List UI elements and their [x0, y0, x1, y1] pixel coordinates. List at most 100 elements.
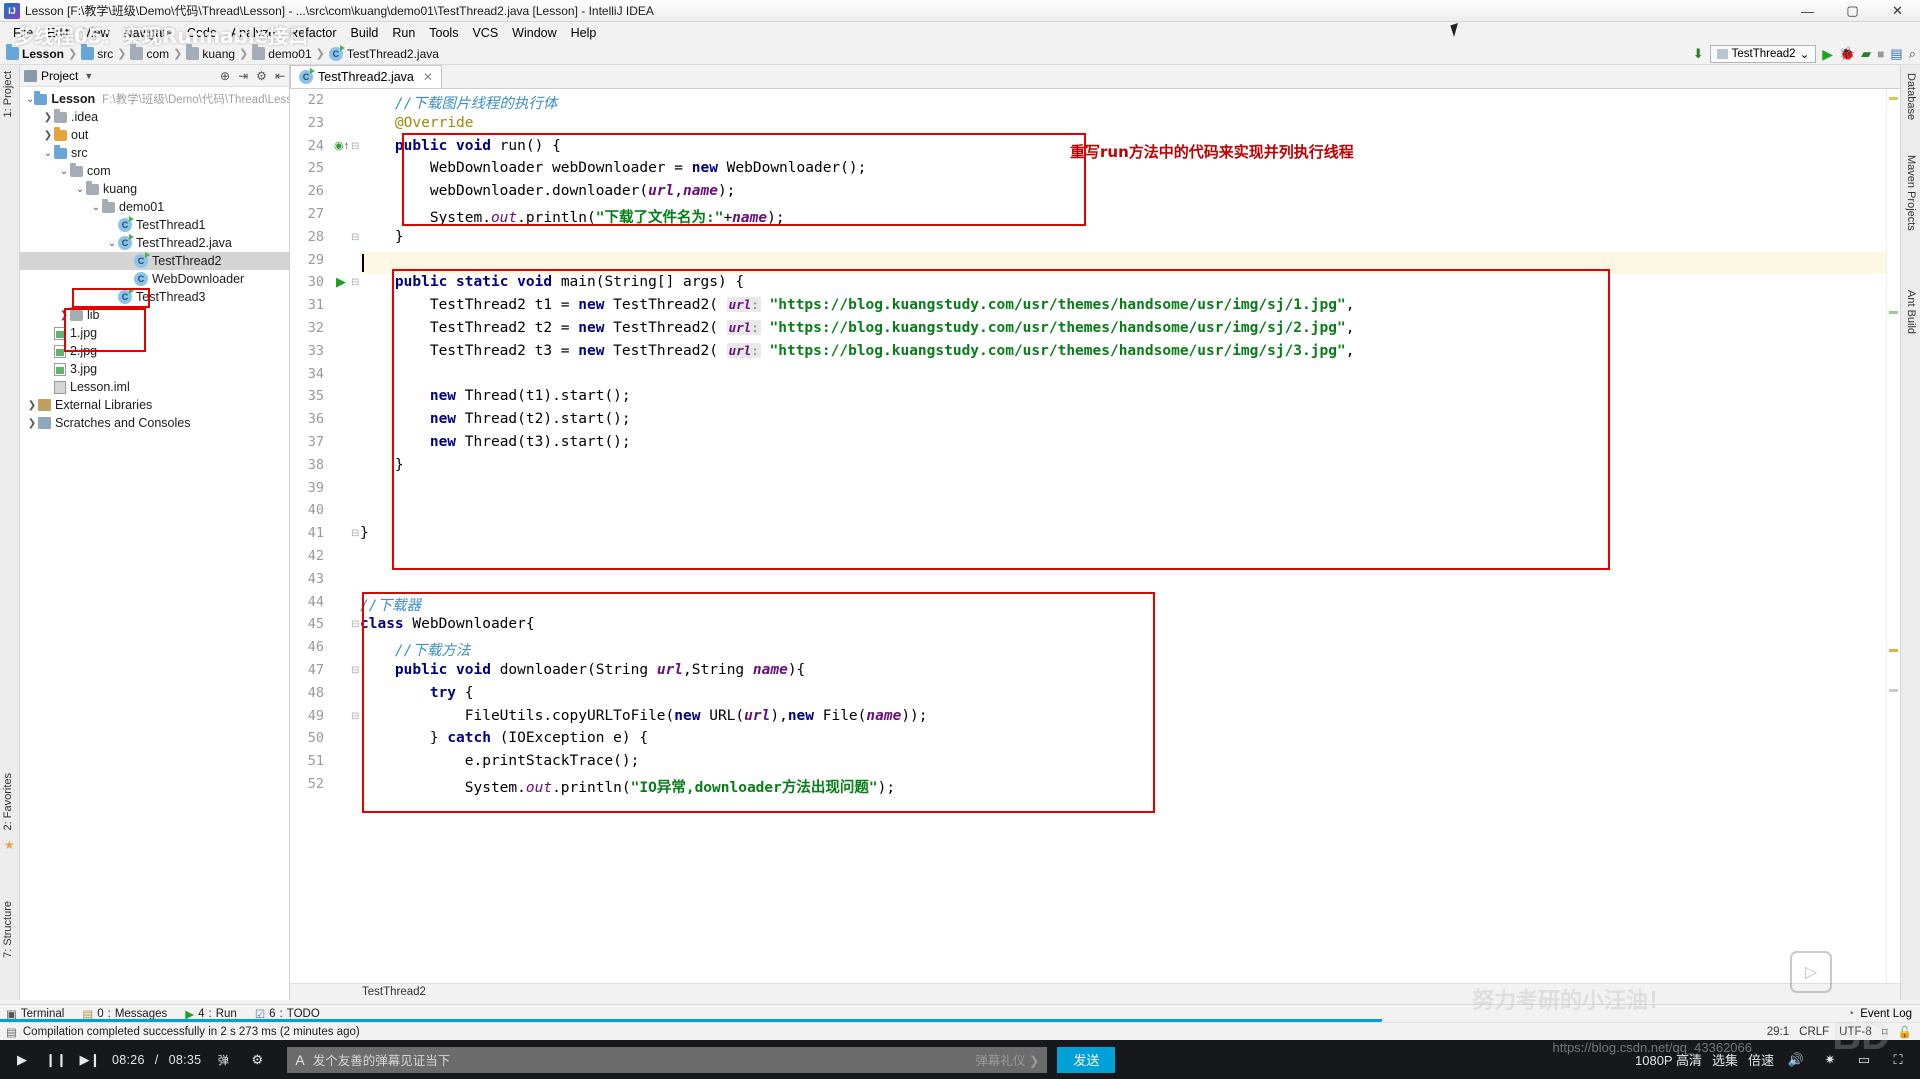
- code-line-50[interactable]: } catch (IOException e) {: [360, 730, 648, 746]
- chevron-right-icon[interactable]: ❯: [26, 400, 38, 411]
- tree-item-com[interactable]: ⌄com: [20, 162, 289, 180]
- code-line-36[interactable]: new Thread(t2).start();: [360, 411, 631, 427]
- code-line-23[interactable]: @Override: [360, 115, 474, 131]
- tree-item-2-jpg[interactable]: 2.jpg: [20, 342, 289, 360]
- code-line-44[interactable]: //下载器: [360, 594, 421, 615]
- code-line-35[interactable]: new Thread(t1).start();: [360, 388, 631, 404]
- collapse-all-icon[interactable]: ⇥: [238, 69, 248, 83]
- code-fold-handle[interactable]: ⊟: [351, 616, 359, 630]
- menu-item-vcs[interactable]: VCS: [465, 24, 505, 42]
- code-line-47[interactable]: public void downloader(String url,String…: [360, 662, 805, 678]
- close-button[interactable]: ✕: [1875, 0, 1920, 22]
- chevron-down-icon[interactable]: ⌄: [26, 94, 34, 105]
- play-pause-button[interactable]: ▶: [10, 1048, 34, 1072]
- tree-item-testthread3[interactable]: CTestThread3: [20, 288, 289, 306]
- line-separator[interactable]: CRLF: [1799, 1026, 1829, 1038]
- tree-item-out[interactable]: ❯out: [20, 126, 289, 144]
- tree-item-src[interactable]: ⌄src: [20, 144, 289, 162]
- chevron-down-icon[interactable]: ▼: [84, 71, 93, 81]
- run-configuration-selector[interactable]: TestThread2 ⌄: [1710, 45, 1817, 63]
- tree-item-3-jpg[interactable]: 3.jpg: [20, 360, 289, 378]
- danmu-input[interactable]: A 发个友善的弹幕见证当下 弹幕礼仪 ❯: [287, 1047, 1047, 1073]
- code-line-45[interactable]: class WebDownloader{: [360, 616, 535, 632]
- tree-item-lesson[interactable]: ⌄LessonF:\教学\班级\Demo\代码\Thread\Lesson: [20, 90, 289, 108]
- danmu-settings-icon[interactable]: ⚙: [245, 1048, 269, 1072]
- chevron-right-icon[interactable]: ❯: [58, 310, 70, 321]
- breadcrumb-file[interactable]: C TestThread2.java: [329, 47, 439, 61]
- code-fold-handle[interactable]: ⊟: [351, 274, 359, 288]
- chevron-right-icon[interactable]: ❯: [26, 418, 38, 429]
- next-episode-button[interactable]: ▶❙: [78, 1048, 102, 1072]
- stop-button[interactable]: ■: [1877, 47, 1884, 61]
- code-line-51[interactable]: e.printStackTrace();: [360, 753, 639, 769]
- tree-item-lib[interactable]: ❯lib: [20, 306, 289, 324]
- sidebar-tab-favorites[interactable]: 2: Favorites: [2, 773, 14, 830]
- tree-item-lesson-iml[interactable]: Lesson.iml: [20, 378, 289, 396]
- code-line-37[interactable]: new Thread(t3).start();: [360, 434, 631, 450]
- danmu-style-icon[interactable]: A: [295, 1052, 304, 1068]
- code-line-28[interactable]: }: [360, 229, 404, 245]
- tree-item-testthread2-java[interactable]: ⌄CTestThread2.java: [20, 234, 289, 252]
- code-line-38[interactable]: }: [360, 457, 404, 473]
- code-area[interactable]: //下载图片线程的执行体 @Override public void run()…: [360, 89, 1886, 983]
- code-line-32[interactable]: TestThread2 t2 = new TestThread2( url: "…: [360, 320, 1354, 336]
- code-line-24[interactable]: public void run() {: [360, 138, 561, 154]
- lock-icon[interactable]: 🔓: [1898, 1025, 1912, 1039]
- tree-item-testthread2[interactable]: CTestThread2: [20, 252, 289, 270]
- chevron-down-icon[interactable]: ⌄: [74, 184, 86, 195]
- override-method-marker-icon[interactable]: ◉↑: [334, 138, 349, 152]
- code-fold-handle[interactable]: ⊟: [351, 708, 359, 722]
- tree-item-1-jpg[interactable]: 1.jpg: [20, 324, 289, 342]
- code-line-48[interactable]: try {: [360, 685, 474, 701]
- editor-gutter[interactable]: 2223242526272829303132333435363738394041…: [290, 89, 360, 983]
- chevron-right-icon[interactable]: ❯: [42, 130, 54, 141]
- send-danmu-button[interactable]: 发送: [1057, 1047, 1115, 1073]
- code-fold-handle[interactable]: ⊟: [351, 662, 359, 676]
- update-project-icon[interactable]: ⬇: [1693, 46, 1704, 62]
- sidebar-tab-ant[interactable]: Ant Build: [1905, 290, 1917, 334]
- danmu-toggle-icon[interactable]: 弹: [211, 1048, 235, 1072]
- code-line-52[interactable]: System.out.println("IO异常,downloader方法出现问…: [360, 776, 895, 797]
- tree-item-external-libraries[interactable]: ❯External Libraries: [20, 396, 289, 414]
- layout-button[interactable]: ▤: [1890, 46, 1902, 62]
- run-main-gutter-icon[interactable]: ▶: [336, 274, 346, 290]
- tab-testthread2-java[interactable]: C TestThread2.java ✕: [290, 65, 442, 88]
- caret-position[interactable]: 29:1: [1767, 1026, 1789, 1038]
- video-play-overlay-icon[interactable]: ▷: [1790, 951, 1832, 993]
- sidebar-tab-structure[interactable]: 7: Structure: [2, 901, 14, 958]
- tree-item-testthread1[interactable]: CTestThread1: [20, 216, 289, 234]
- locate-icon[interactable]: ⊕: [220, 69, 230, 83]
- code-editor[interactable]: 2223242526272829303132333435363738394041…: [290, 89, 1900, 983]
- tree-item-webdownloader[interactable]: CWebDownloader: [20, 270, 289, 288]
- hide-panel-icon[interactable]: ⇤: [275, 69, 285, 83]
- code-line-41[interactable]: }: [360, 525, 369, 541]
- run-button[interactable]: ▶: [1822, 46, 1833, 63]
- run-coverage-button[interactable]: ▰: [1861, 46, 1871, 62]
- minimize-button[interactable]: —: [1785, 0, 1830, 22]
- sidebar-tab-project[interactable]: 1: Project: [2, 71, 14, 117]
- menu-item-window[interactable]: Window: [505, 24, 563, 42]
- editor-marker-bar[interactable]: [1886, 89, 1900, 983]
- code-line-46[interactable]: //下载方法: [360, 639, 470, 660]
- chevron-down-icon[interactable]: ⌄: [58, 166, 70, 177]
- pause-button[interactable]: ❙❙: [44, 1048, 68, 1072]
- code-fold-handle[interactable]: ⊟: [351, 525, 359, 539]
- debug-button[interactable]: 🐞: [1839, 46, 1855, 62]
- chevron-down-icon[interactable]: ⌄: [90, 202, 102, 213]
- code-line-31[interactable]: TestThread2 t1 = new TestThread2( url: "…: [360, 297, 1354, 313]
- tree-item-scratches-and-consoles[interactable]: ❯Scratches and Consoles: [20, 414, 289, 432]
- code-fold-handle[interactable]: ⊟: [351, 138, 359, 152]
- maximize-button[interactable]: ▢: [1830, 0, 1875, 22]
- video-progress-bar[interactable]: [0, 1019, 1382, 1022]
- code-line-27[interactable]: System.out.println("下载了文件名为:"+name);: [360, 206, 785, 227]
- code-line-49[interactable]: FileUtils.copyURLToFile(new URL(url),new…: [360, 708, 928, 724]
- tree-item--idea[interactable]: ❯.idea: [20, 108, 289, 126]
- menu-item-run[interactable]: Run: [385, 24, 422, 42]
- menu-item-build[interactable]: Build: [344, 24, 386, 42]
- settings-gear-icon[interactable]: ⚙: [256, 69, 267, 83]
- code-line-25[interactable]: WebDownloader webDownloader = new WebDow…: [360, 160, 866, 176]
- volume-icon[interactable]: 🔊: [1784, 1048, 1808, 1072]
- close-icon[interactable]: ✕: [423, 70, 433, 84]
- code-line-26[interactable]: webDownloader.downloader(url,name);: [360, 183, 735, 199]
- danmu-etiquette-link[interactable]: 弹幕礼仪 ❯: [975, 1050, 1039, 1069]
